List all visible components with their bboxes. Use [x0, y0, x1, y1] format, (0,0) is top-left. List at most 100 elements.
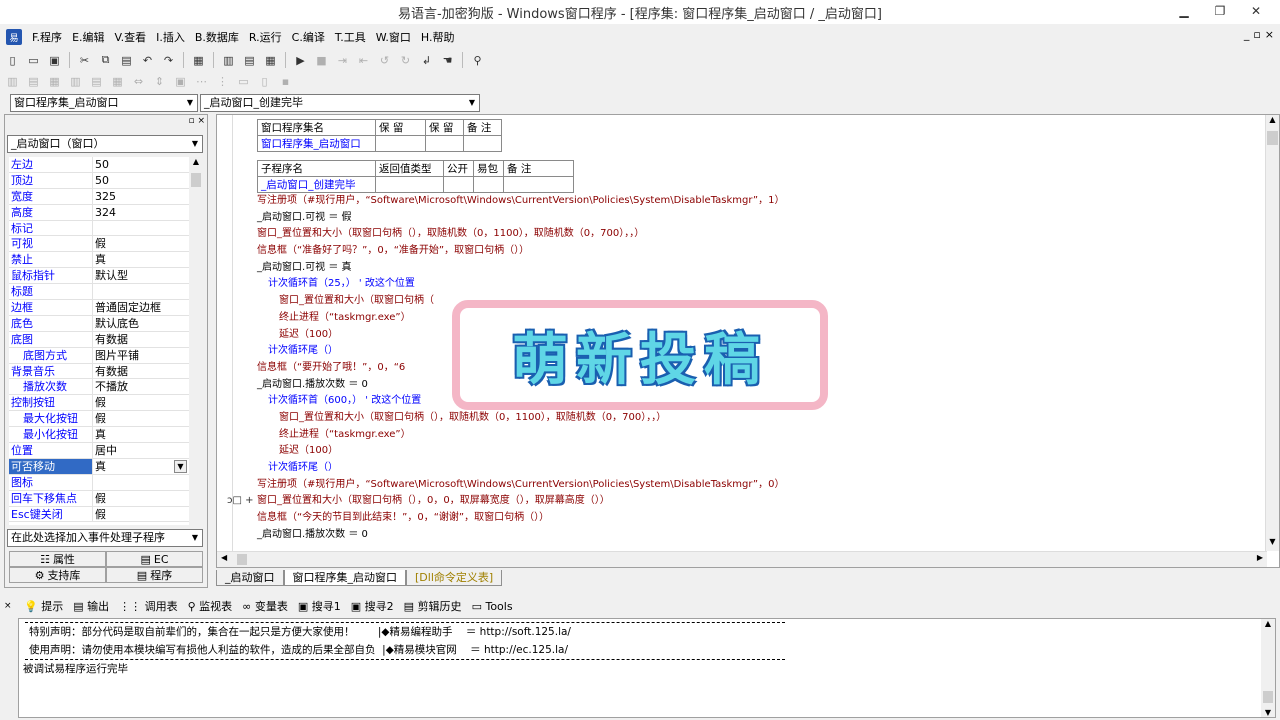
property-value[interactable]: 居中	[93, 443, 189, 458]
chevron-down-icon[interactable]: ▼	[174, 459, 187, 473]
subroutine-name-cell[interactable]: _启动窗口_创建完毕	[257, 176, 376, 193]
tab-program[interactable]: ▤ 程序	[106, 567, 203, 583]
property-value[interactable]: 默认底色	[93, 316, 189, 331]
tab-startup-window[interactable]: _启动窗口	[216, 570, 284, 586]
tab-tools[interactable]: ▭ Tools	[472, 600, 513, 613]
center-v-icon[interactable]: ▯	[256, 73, 273, 90]
chevron-down-icon[interactable]: ▼	[188, 530, 202, 546]
same-width-icon[interactable]: ⇔	[130, 73, 147, 90]
step-into-icon[interactable]: ↲	[418, 52, 435, 69]
property-value[interactable]: 假	[93, 236, 189, 251]
subroutine-select[interactable]: _启动窗口_创建完毕 ▼	[200, 94, 480, 112]
property-row[interactable]: 边框 普通固定边框	[9, 300, 189, 316]
menu-window[interactable]: W.窗口	[376, 29, 411, 45]
code-line[interactable]: _启动窗口.播放次数 ＝ 0	[257, 527, 1257, 544]
align-center-icon[interactable]: ▤	[25, 73, 42, 90]
chevron-down-icon[interactable]: ▼	[188, 136, 202, 152]
property-row[interactable]: 宽度 325	[9, 188, 189, 205]
output-scrollbar[interactable]: ▲ ▼	[1261, 619, 1275, 717]
property-row[interactable]: 控制按钮假	[9, 395, 189, 412]
code-line[interactable]: 终止进程（“taskmgr.exe”）	[257, 427, 1257, 444]
mdi-close-icon[interactable]: ×	[1265, 28, 1274, 41]
scroll-down-icon[interactable]: ▼	[1266, 537, 1279, 551]
editor-vertical-scrollbar[interactable]: ▲ ▼	[1265, 115, 1279, 551]
paste-icon[interactable]: ▤	[118, 52, 135, 69]
scroll-left-icon[interactable]: ◀	[221, 553, 227, 562]
property-row[interactable]: 图标	[9, 474, 189, 491]
undo-icon[interactable]: ↶	[139, 52, 156, 69]
property-row[interactable]: 最大化按钮假	[9, 411, 189, 428]
find-icon[interactable]: ▦	[190, 52, 207, 69]
property-row[interactable]: 底色 默认底色	[9, 315, 189, 332]
center-h-icon[interactable]: ▭	[235, 73, 252, 90]
scroll-right-icon[interactable]: ▶	[1257, 553, 1263, 562]
scroll-up-icon[interactable]: ▲	[1266, 115, 1279, 129]
step4-icon[interactable]: ↻	[397, 52, 414, 69]
binoculars-icon[interactable]: ⚲	[469, 52, 486, 69]
step1-icon[interactable]: ⇥	[334, 52, 351, 69]
code-line[interactable]: 计次循环尾（）	[257, 460, 1257, 477]
code-line[interactable]: _启动窗口.可视 ＝ 假	[257, 210, 1257, 227]
property-value[interactable]: 假	[93, 507, 189, 522]
run-icon[interactable]: ▶	[292, 52, 309, 69]
menu-insert[interactable]: I.插入	[156, 29, 185, 45]
scroll-down-icon[interactable]: ▼	[1261, 708, 1275, 717]
stop-icon[interactable]: ■	[313, 52, 330, 69]
minimize-icon[interactable]: ▁	[1166, 0, 1202, 22]
same-size-icon[interactable]: ▣	[172, 73, 189, 90]
copy-icon[interactable]: ⧉	[97, 52, 114, 69]
layout1-icon[interactable]: ▥	[220, 52, 237, 69]
assembly-select[interactable]: 窗口程序集_启动窗口 ▼	[10, 94, 198, 112]
property-value[interactable]	[93, 221, 189, 236]
code-line[interactable]: 计次循环首（25，） ' 改这个位置	[257, 276, 1257, 293]
cut-icon[interactable]: ✂	[76, 52, 93, 69]
redo-icon[interactable]: ↷	[160, 52, 177, 69]
property-value[interactable]: 普通固定边框	[93, 300, 189, 315]
tab-vartable[interactable]: ∞ 变量表	[242, 598, 288, 614]
property-value[interactable]: 假	[93, 491, 189, 506]
scroll-up-icon[interactable]: ▲	[1261, 619, 1275, 628]
step3-icon[interactable]: ↺	[376, 52, 393, 69]
property-row[interactable]: 底图 有数据	[9, 331, 189, 348]
tab-hint[interactable]: 💡 提示	[24, 598, 63, 614]
property-value[interactable]: 图片平铺	[93, 348, 189, 363]
table-cell[interactable]	[503, 176, 574, 193]
property-row[interactable]: Esc键关闭假	[9, 506, 189, 523]
code-line[interactable]: 信息框（“今天的节目到此结束！”，0，“谢谢”，取窗口句柄（））	[257, 510, 1257, 527]
tab-search2[interactable]: ▣ 搜寻2	[351, 598, 394, 614]
chevron-down-icon[interactable]: ▼	[465, 95, 479, 111]
menu-run[interactable]: R.运行	[249, 29, 282, 45]
table-cell[interactable]	[425, 135, 464, 152]
table-cell[interactable]	[375, 176, 444, 193]
mdi-minimize-icon[interactable]: _	[1244, 28, 1250, 41]
menu-tools[interactable]: T.工具	[335, 29, 366, 45]
layout2-icon[interactable]: ▤	[241, 52, 258, 69]
tab-window-assembly[interactable]: 窗口程序集_启动窗口	[283, 570, 406, 586]
layout3-icon[interactable]: ▦	[262, 52, 279, 69]
code-line[interactable]: _启动窗口.可视 ＝ 真	[257, 260, 1257, 277]
code-line[interactable]: ↄ□ + 窗口_置位置和大小（取窗口句柄（），0，0，取屏幕宽度（），取屏幕高度（…	[227, 493, 1257, 510]
property-row[interactable]: 高度 324	[9, 204, 189, 221]
table-cell[interactable]	[473, 176, 504, 193]
scroll-thumb[interactable]	[191, 173, 201, 187]
scroll-up-icon[interactable]: ▲	[190, 157, 202, 171]
scroll-thumb[interactable]	[237, 554, 247, 565]
vspace-icon[interactable]: ⋮	[214, 73, 231, 90]
tab-dll-commands[interactable]: [Dll命令定义表]	[406, 570, 503, 586]
property-row[interactable]: 标记	[9, 220, 189, 237]
property-row[interactable]: 底图方式 图片平铺	[9, 347, 189, 364]
code-line[interactable]: 窗口_置位置和大小（取窗口句柄（），取随机数（0，1100），取随机数（0，70…	[257, 410, 1257, 427]
menu-compile[interactable]: C.编译	[292, 29, 325, 45]
scroll-thumb[interactable]	[1267, 131, 1278, 145]
code-line[interactable]: 延迟（100）	[257, 443, 1257, 460]
property-value[interactable]: 假	[93, 411, 189, 426]
property-row[interactable]: 可否移动真 ▼	[9, 458, 189, 475]
menu-edit[interactable]: E.编辑	[72, 29, 104, 45]
new-icon[interactable]: ▯	[4, 52, 21, 69]
property-row[interactable]: 背景音乐 有数据	[9, 363, 189, 380]
code-line[interactable]: 写注册项（#现行用户，“Software\Microsoft\Windows\C…	[257, 193, 1257, 210]
step2-icon[interactable]: ⇤	[355, 52, 372, 69]
property-value[interactable]	[93, 475, 189, 490]
open-icon[interactable]: ▭	[25, 52, 42, 69]
property-value[interactable]: 真	[93, 427, 189, 442]
